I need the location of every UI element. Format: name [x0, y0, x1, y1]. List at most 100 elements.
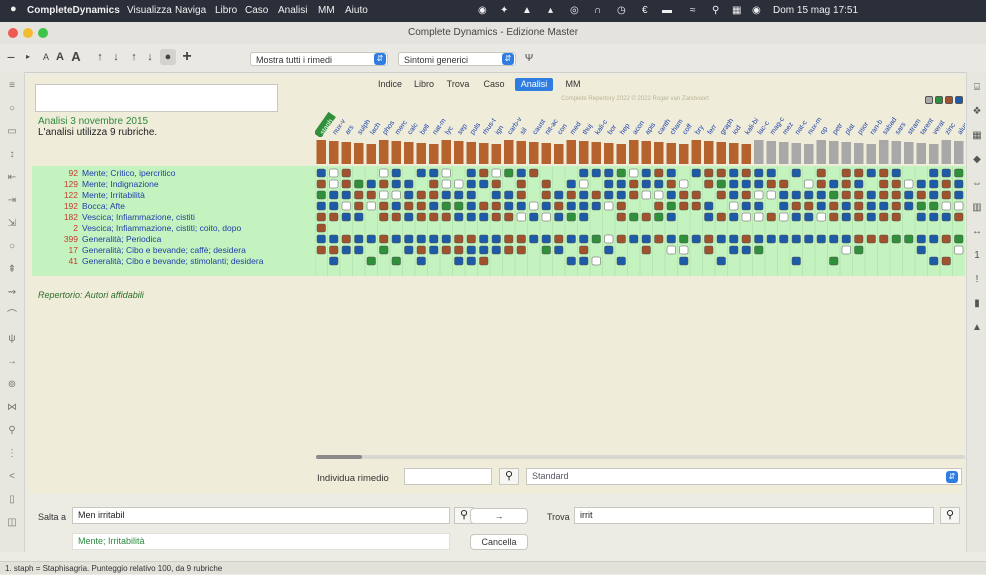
menu-app-name[interactable]: CompleteDynamics [27, 5, 120, 16]
apple-icon[interactable]: ● [10, 3, 17, 15]
sidebar-tool-icon[interactable]: ▭ [6, 126, 18, 138]
sidebar-tool-icon[interactable]: ! [971, 274, 983, 286]
analysis-grid[interactable] [315, 166, 965, 276]
rubric-row[interactable]: 192 Bocca; Afte [32, 202, 315, 211]
siri-icon[interactable]: ◉ [752, 5, 761, 16]
horizontal-scrollbar[interactable] [316, 455, 965, 459]
rubric-row[interactable]: 41 Generalità; Cibo e bevande; stimolanti… [32, 257, 315, 266]
tab-analisi[interactable]: Analisi [515, 78, 553, 91]
wifi-icon[interactable]: ≈ [690, 5, 696, 16]
rubric-row[interactable]: 129 Mente; Indignazione [32, 180, 315, 189]
analysis-search-field[interactable] [35, 84, 278, 112]
sidebar-tool-icon[interactable]: ⇤ [6, 172, 18, 184]
font-large-button[interactable]: A [68, 49, 84, 65]
menu-naviga[interactable]: Naviga [175, 5, 206, 16]
rubric-row[interactable]: 92 Mente; Critico, ipercritico [32, 169, 315, 178]
sidebar-tool-icon[interactable]: ψ [6, 333, 18, 345]
sidebar-tool-icon[interactable]: ▦ [971, 130, 983, 142]
grid-cell [816, 201, 826, 211]
highlight-icon[interactable]: ● [160, 49, 176, 65]
sidebar-tool-icon[interactable]: < [6, 471, 18, 483]
grid-cell [579, 179, 589, 189]
sidebar-tool-icon[interactable]: ▯ [6, 494, 18, 506]
sidebar-tool-icon[interactable]: ⌸ [971, 82, 983, 94]
menu-clock[interactable]: Dom 15 mag 17:51 [773, 5, 858, 16]
sidebar-tool-icon[interactable]: ○ [6, 103, 18, 115]
arrow-button[interactable]: → [470, 508, 528, 524]
sidebar-tool-icon[interactable]: ▮ [971, 298, 983, 310]
status-icon-1[interactable]: ◉ [478, 5, 487, 16]
font-medium-button[interactable]: A [53, 49, 67, 65]
tab-libro[interactable]: Libro [410, 78, 438, 91]
control-center-icon[interactable]: ▦ [732, 5, 741, 16]
cancel-button[interactable]: Cancella [470, 534, 528, 550]
status-icon-3[interactable]: ▲ [522, 5, 532, 16]
sidebar-tool-icon[interactable]: ⇞ [6, 264, 18, 276]
add-button[interactable]: + [180, 49, 194, 65]
sidebar-tool-icon[interactable]: ⇲ [6, 218, 18, 230]
rubric-row[interactable]: 122 Mente; Irritabilità [32, 191, 315, 200]
sidebar-tool-icon[interactable]: ◆ [971, 154, 983, 166]
tab-trova[interactable]: Trova [443, 78, 473, 91]
sidebar-tool-icon[interactable]: ⊚ [6, 379, 18, 391]
status-icon-8[interactable]: € [642, 5, 648, 16]
sidebar-tool-icon[interactable]: ↕ [6, 149, 18, 161]
sidebar-tool-icon[interactable]: ○ [6, 241, 18, 253]
sort-up-icon[interactable]: ↑ [94, 49, 106, 65]
menu-analisi[interactable]: Analisi [278, 5, 307, 16]
status-icon-6[interactable]: ∩ [594, 5, 601, 16]
sidebar-tool-icon[interactable]: → [6, 356, 18, 368]
scrollbar-thumb[interactable] [316, 455, 362, 459]
rubric-row[interactable]: 182 Vescica; Infiammazione, cistiti [32, 213, 315, 222]
find-input[interactable]: irrit [574, 507, 934, 524]
menu-libro[interactable]: Libro [215, 5, 237, 16]
arrow-small-icon[interactable]: ▸ [22, 49, 34, 65]
sidebar-tool-icon[interactable]: ◫ [6, 517, 18, 529]
search-menu-icon[interactable]: ⚲ [712, 5, 719, 16]
move-up-icon[interactable]: ↑ [128, 49, 140, 65]
sort-down-icon[interactable]: ↓ [110, 49, 122, 65]
status-icon-2[interactable]: ✦ [500, 5, 508, 16]
sidebar-tool-icon[interactable]: ⇝ [6, 287, 18, 299]
search-icon[interactable]: ⚲ [499, 468, 519, 485]
rubric-row[interactable]: 17 Generalità; Cibo e bevande; caffè; des… [32, 246, 315, 255]
remedy-score-bar [704, 141, 714, 164]
search-icon[interactable]: ⚲ [940, 507, 960, 524]
rubric-row[interactable]: 399 Generalità; Periodica [32, 235, 315, 244]
battery-icon[interactable]: ▬ [662, 5, 672, 16]
grid-cell [504, 168, 514, 178]
tab-indice[interactable]: Indice [375, 78, 405, 91]
menu-caso[interactable]: Caso [245, 5, 268, 16]
zoom-out-button[interactable]: − [4, 49, 18, 65]
jump-input[interactable]: Men irritabil [72, 507, 450, 524]
remedy-filter-select[interactable]: Mostra tutti i rimedi ⇵ [250, 52, 388, 66]
jump-result[interactable]: Mente; Irritabilità [72, 533, 450, 550]
sidebar-tool-icon[interactable]: ⇥ [6, 195, 18, 207]
status-icon-4[interactable]: ▴ [548, 5, 553, 16]
tab-mm[interactable]: MM [560, 78, 586, 91]
menu-aiuto[interactable]: Aiuto [345, 5, 368, 16]
font-small-button[interactable]: A [40, 49, 52, 65]
sidebar-tool-icon[interactable]: ≡ [6, 80, 18, 92]
menu-mm[interactable]: MM [318, 5, 335, 16]
sidebar-tool-icon[interactable]: ↔ [971, 226, 983, 238]
sidebar-tool-icon[interactable]: ⌒ [6, 310, 18, 322]
find-remedy-input[interactable] [404, 468, 492, 485]
move-down-icon[interactable]: ↓ [144, 49, 156, 65]
sidebar-tool-icon[interactable]: ▥ [971, 202, 983, 214]
rubric-row[interactable]: 2 Vescica; Infiammazione, cistiti; coito,… [32, 224, 315, 233]
menu-visualizza[interactable]: Visualizza [127, 5, 172, 16]
status-icon-7[interactable]: ◷ [617, 5, 626, 16]
sidebar-tool-icon[interactable]: ❖ [971, 106, 983, 118]
symptom-filter-select[interactable]: Sintomi generici ⇵ [398, 52, 516, 66]
standard-select[interactable]: Standard ⇵ [526, 468, 962, 485]
tab-caso[interactable]: Caso [479, 78, 509, 91]
sidebar-tool-icon[interactable]: ⇔ [971, 178, 983, 190]
sidebar-tool-icon[interactable]: 1 [971, 250, 983, 262]
sidebar-tool-icon[interactable]: ⚲ [6, 425, 18, 437]
status-icon-5[interactable]: ◎ [570, 5, 579, 16]
sidebar-tool-icon[interactable]: ⋮ [6, 448, 18, 460]
sidebar-tool-icon[interactable]: ▲ [971, 322, 983, 334]
filter-icon[interactable]: Ψ [522, 51, 536, 67]
sidebar-tool-icon[interactable]: ⋈ [6, 402, 18, 414]
